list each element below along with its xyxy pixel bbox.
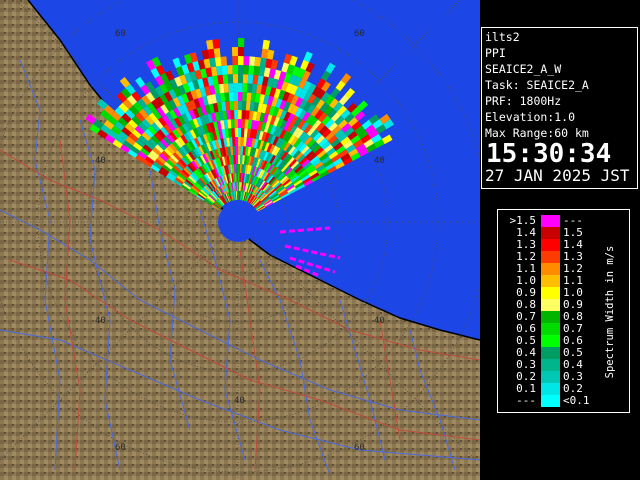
scan-date: 27 JAN 2025 JST [485, 166, 630, 185]
echo-cell [234, 110, 238, 120]
ring-label-40-left: 40 [95, 156, 106, 166]
legend-swatch [541, 263, 560, 275]
echo-cell [238, 119, 242, 129]
ring-label-40-lower-left: 40 [95, 316, 106, 326]
legend-swatch [541, 251, 560, 263]
echo-cell [233, 101, 238, 111]
product-name: SEAICE2_A_W [485, 62, 562, 76]
echo-cell [238, 164, 241, 174]
color-legend: >1.5 --- 1.4 1.5 1.3 1.4 1.2 1.3 1.1 1.2 1.0 1.1 0.9… [497, 209, 630, 413]
echo-cell [238, 101, 243, 111]
echo-cell [229, 101, 235, 111]
echo-cell [232, 74, 238, 84]
echo-cell [234, 119, 238, 129]
echo-cell [228, 92, 234, 102]
echo-cell [238, 110, 242, 120]
echo-cell [238, 65, 244, 75]
task-name: Task: SEAICE2_A [485, 78, 589, 92]
ring-label-60-bottom-right: 60 [354, 443, 365, 453]
echo-cell [213, 47, 221, 58]
ring-label-60-top: 60 [115, 29, 126, 39]
ring-label-40-lower-right: 40 [374, 316, 385, 326]
echo-cell [238, 155, 241, 165]
legend-swatch [541, 347, 560, 359]
echo-cell [238, 83, 243, 93]
legend-swatch [541, 335, 560, 347]
radar-ppi-map: 60 60 40 40 40 40 40 60 60 [0, 0, 480, 480]
legend-swatch [541, 275, 560, 287]
echo-cell [235, 155, 238, 165]
legend-lower-bound: --- [516, 394, 536, 407]
echo-cell [238, 47, 245, 57]
echo-cell [222, 74, 229, 84]
legend-swatch [541, 311, 560, 323]
echo-cell [235, 146, 238, 156]
echo-cell [231, 47, 238, 57]
echo-cell [233, 92, 238, 102]
legend-swatch [541, 239, 560, 251]
echo-cell [235, 164, 238, 174]
echo-cell [220, 56, 228, 66]
legend-swatch [541, 395, 560, 407]
echo-cell [238, 92, 243, 102]
ring-label-40-right: 40 [374, 156, 385, 166]
ring-label-40-bottom: 40 [234, 396, 245, 406]
legend-title: Spectrum Width in m/s [604, 245, 616, 379]
echo-cell [230, 110, 235, 120]
elevation-value: Elevation:1.0 [485, 110, 576, 124]
legend-row: --- <0.1 [498, 395, 598, 410]
radar-site-clear-zone [218, 202, 258, 242]
echo-cell [231, 128, 236, 138]
legend-upper-bound: <0.1 [563, 394, 590, 407]
legend-swatch [541, 359, 560, 371]
echo-cell [230, 119, 235, 129]
echo-cell [223, 83, 229, 93]
echo-cell [242, 74, 249, 84]
echo-cell [238, 38, 245, 48]
ring-label-60-top-right: 60 [354, 29, 365, 39]
echo-cell [241, 110, 246, 120]
legend-swatch [541, 383, 560, 395]
legend-swatch [541, 215, 560, 227]
ring-label-60-bottom-left: 60 [115, 443, 126, 453]
scan-type: PPI [485, 46, 506, 60]
echo-cell [242, 92, 248, 102]
legend-swatch [541, 371, 560, 383]
echo-cell [233, 83, 238, 93]
echo-cell [248, 65, 255, 75]
echo-cell [247, 83, 253, 93]
echo-cell [238, 137, 241, 147]
scan-time: 15:30:34 [486, 139, 612, 169]
echo-cell [238, 146, 241, 156]
echo-cell [227, 74, 234, 84]
station-name: ilts2 [485, 30, 520, 44]
echo-cell [242, 83, 248, 93]
radar-info-panel: ilts2 PPI SEAICE2_A_W Task: SEAICE2_A PR… [481, 27, 638, 189]
echo-cell [228, 83, 234, 93]
echo-cell [243, 65, 249, 75]
echo-cell [238, 56, 244, 66]
echo-cell [248, 56, 256, 66]
echo-cell [238, 74, 244, 84]
echo-cell [235, 137, 238, 147]
echo-cell [241, 101, 247, 111]
echo-cell [247, 74, 254, 84]
echo-cell [227, 65, 233, 75]
legend-swatch [541, 287, 560, 299]
echo-cell [221, 65, 228, 75]
legend-swatch [541, 299, 560, 311]
legend-swatch [541, 323, 560, 335]
echo-cell [238, 128, 242, 138]
echo-cell [234, 128, 238, 138]
legend-swatch [541, 227, 560, 239]
echo-cell [241, 119, 246, 129]
echo-cell [243, 56, 250, 66]
echo-cell [232, 65, 238, 75]
echo-cell [240, 128, 245, 138]
echo-cell [212, 39, 220, 49]
echo-cell [232, 56, 238, 66]
prf-value: PRF: 1800Hz [485, 94, 562, 108]
